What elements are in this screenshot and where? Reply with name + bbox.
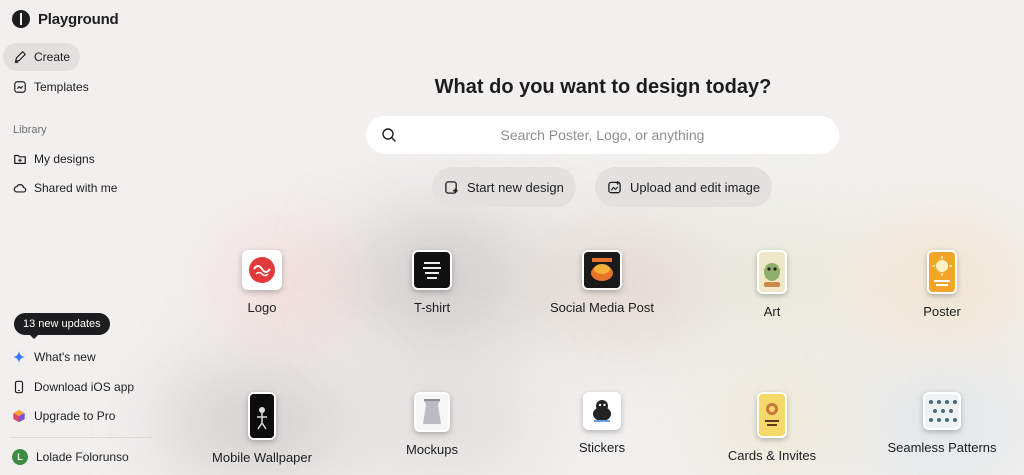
- poster-thumbnail: [927, 250, 957, 294]
- upload-and-edit-image-label: Upload and edit image: [630, 179, 761, 195]
- sidebar-divider: [10, 437, 152, 438]
- sidebar: Playground Create Templates Library My d…: [0, 0, 158, 475]
- cloud-icon: [13, 181, 27, 195]
- category-seamless-patterns[interactable]: Seamless Patterns: [862, 392, 1022, 455]
- phone-icon: [12, 380, 26, 394]
- stickers-thumbnail: [583, 392, 621, 430]
- category-label: Mockups: [405, 442, 459, 457]
- nav-item-shared-with-me[interactable]: Shared with me: [3, 174, 127, 202]
- avatar: L: [12, 449, 28, 465]
- download-ios-app-label: Download iOS app: [34, 380, 135, 394]
- category-art[interactable]: Art: [692, 250, 852, 319]
- create-icon: [13, 50, 27, 64]
- user-account[interactable]: L Lolade Folorunso: [12, 446, 129, 468]
- search-input[interactable]: [366, 116, 839, 154]
- pro-cube-icon: [12, 409, 26, 423]
- seamless-patterns-thumbnail: [923, 392, 961, 430]
- nav-item-label: Templates: [34, 80, 89, 94]
- social-media-post-thumbnail: [582, 250, 622, 290]
- app-name: Playground: [38, 10, 119, 28]
- upload-image-icon: [607, 180, 622, 195]
- nav-item-create[interactable]: Create: [3, 43, 81, 71]
- category-mobile-wallpaper[interactable]: Mobile Wallpaper: [182, 392, 342, 465]
- category-mockups[interactable]: Mockups: [352, 392, 512, 457]
- sparkle-icon: [12, 350, 26, 364]
- category-t-shirt[interactable]: T-shirt: [352, 250, 512, 315]
- new-design-icon: [444, 180, 459, 195]
- templates-icon: [13, 80, 27, 94]
- art-thumbnail: [757, 250, 787, 294]
- nav-item-my-designs[interactable]: My designs: [3, 145, 105, 173]
- category-label: Mobile Wallpaper: [212, 450, 312, 465]
- main-content: What do you want to design today? Start …: [158, 0, 1024, 475]
- category-cards-invites[interactable]: Cards & Invites: [692, 392, 852, 463]
- playground-logo-icon: [12, 10, 30, 28]
- search-bar[interactable]: [366, 116, 839, 154]
- download-ios-app-link[interactable]: Download iOS app: [12, 376, 134, 398]
- nav-item-label: My designs: [34, 152, 95, 166]
- category-label: Poster: [923, 304, 961, 319]
- brand[interactable]: Playground: [12, 8, 119, 30]
- category-label: Stickers: [578, 440, 626, 455]
- nav-item-templates[interactable]: Templates: [3, 73, 99, 101]
- logo-thumbnail: [242, 250, 282, 290]
- category-social-media-post[interactable]: Social Media Post: [522, 250, 682, 315]
- category-label: T-shirt: [413, 300, 451, 315]
- upload-and-edit-image-button[interactable]: Upload and edit image: [595, 167, 773, 207]
- library-section-label: Library: [13, 124, 47, 136]
- start-new-design-label: Start new design: [467, 179, 564, 195]
- page-title: What do you want to design today?: [434, 76, 772, 98]
- new-updates-badge[interactable]: 13 new updates: [14, 313, 110, 339]
- category-logo[interactable]: Logo: [182, 250, 342, 315]
- start-new-design-button[interactable]: Start new design: [432, 167, 576, 207]
- nav-item-label: Create: [34, 50, 71, 64]
- category-label: Social Media Post: [549, 300, 655, 315]
- whats-new-link[interactable]: What's new: [12, 346, 96, 368]
- upgrade-to-pro-link[interactable]: Upgrade to Pro: [12, 405, 115, 427]
- category-label: Art: [763, 304, 781, 319]
- folder-icon: [13, 152, 27, 166]
- search-icon: [381, 127, 397, 143]
- upgrade-to-pro-label: Upgrade to Pro: [34, 409, 116, 423]
- nav-item-label: Shared with me: [34, 181, 118, 195]
- category-poster[interactable]: Poster: [862, 250, 1022, 319]
- category-label: Cards & Invites: [727, 448, 817, 463]
- cards-invites-thumbnail: [757, 392, 787, 438]
- whats-new-label: What's new: [34, 350, 96, 364]
- t-shirt-thumbnail: [412, 250, 452, 290]
- mobile-wallpaper-thumbnail: [248, 392, 276, 440]
- mockups-thumbnail: [414, 392, 450, 432]
- category-stickers[interactable]: Stickers: [522, 392, 682, 455]
- category-label: Seamless Patterns: [887, 440, 997, 455]
- user-name: Lolade Folorunso: [36, 450, 129, 464]
- category-label: Logo: [247, 300, 277, 315]
